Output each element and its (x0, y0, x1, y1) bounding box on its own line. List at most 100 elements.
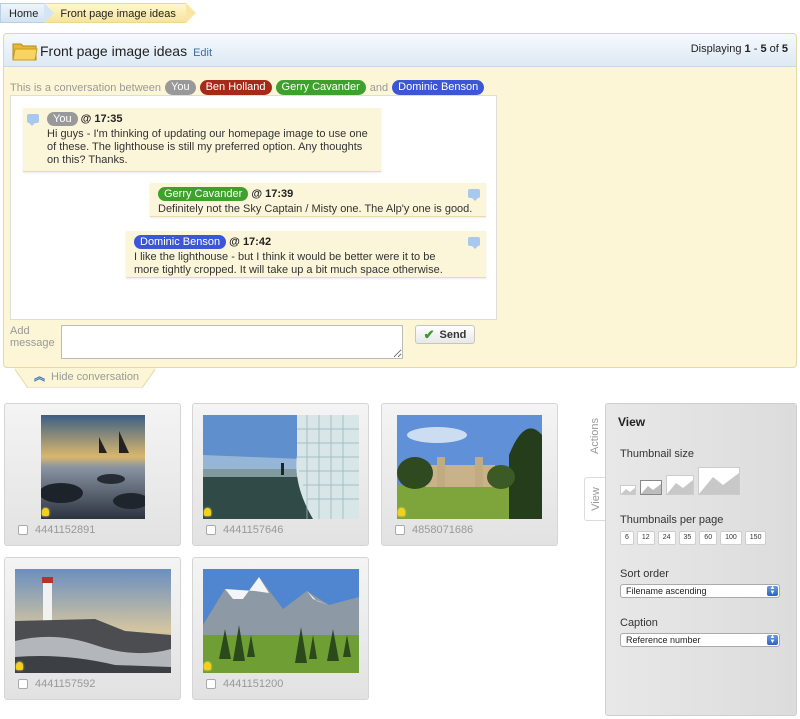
sailboats-photo (40, 415, 145, 519)
message-text: I like the lighthouse - but I think it w… (134, 251, 443, 276)
thumbnail-image-glass-building[interactable] (202, 415, 359, 519)
speech-bubble-icon (468, 237, 480, 249)
thumbnail-size-large[interactable] (698, 467, 740, 495)
per-page-option[interactable]: 6 (620, 531, 634, 545)
message-time: @ 17:35 (80, 113, 123, 125)
lighthouse-photo (14, 569, 171, 673)
caption-value: Reference number (626, 635, 701, 645)
college-photo (397, 415, 542, 519)
displaying-from: 1 (744, 43, 751, 55)
send-label: Send (439, 328, 467, 341)
conversation-title-text: Front page image ideas (40, 43, 188, 59)
tab-actions[interactable]: Actions (584, 406, 606, 466)
lightbulb-icon (204, 508, 211, 516)
per-page-label: Thumbnails per page (620, 514, 724, 526)
double-chevron-up-icon: ︽ (34, 370, 45, 383)
message-time: @ 17:39 (251, 188, 294, 200)
lightbulb-icon (204, 662, 211, 670)
displaying-count: Displaying 1 - 5 of 5 (691, 43, 788, 55)
hide-conversation-label: Hide conversation (51, 371, 140, 383)
message-author: You (47, 112, 78, 126)
message-time: @ 17:42 (229, 236, 272, 248)
displaying-dash: - (753, 43, 758, 55)
message-list[interactable]: You @ 17:35 Hi guys - I'm thinking of up… (10, 95, 497, 320)
speech-bubble-icon (468, 189, 480, 201)
landscape-icon (667, 480, 693, 494)
message-item: Gerry Cavander @ 17:39 Definitely not th… (150, 183, 486, 217)
view-panel-title: View (618, 415, 646, 429)
hide-conversation-tab[interactable]: ︽ Hide conversation (14, 368, 156, 388)
per-page-option[interactable]: 60 (699, 531, 718, 545)
participants-and: and (369, 81, 389, 94)
caption-label: Caption (620, 617, 658, 629)
message-item: You @ 17:35 Hi guys - I'm thinking of up… (23, 108, 381, 172)
thumbnail-ref: 4441157592 (35, 678, 96, 690)
lightbulb-icon (42, 508, 49, 516)
landscape-icon (641, 484, 661, 494)
thumbnail-checkbox[interactable] (18, 525, 28, 535)
participant-tag-dominic-benson: Dominic Benson (392, 80, 485, 95)
thumbnail-ref: 4441151200 (223, 678, 284, 690)
displaying-total: 5 (781, 43, 788, 55)
thumbnail-size-smallest[interactable] (620, 485, 636, 495)
edit-link[interactable]: Edit (193, 47, 212, 59)
landscape-icon (699, 473, 739, 494)
landscape-icon (621, 488, 635, 494)
thumbnail-image-college[interactable] (397, 415, 542, 519)
message-author: Dominic Benson (134, 235, 227, 249)
mountains-photo (202, 569, 359, 673)
thumbnail-card[interactable]: 4858071686 (381, 403, 558, 546)
thumbnail-size-medium[interactable] (666, 475, 694, 495)
thumbnail-ref: 4441152891 (35, 524, 96, 536)
select-arrows-icon: ▲ ▼ (767, 634, 778, 645)
breadcrumb-home[interactable]: Home (0, 3, 55, 23)
participant-tag-you: You (165, 80, 196, 95)
conversation-panel: Front page image ideas Edit Displaying 1 … (3, 33, 797, 368)
sort-order-label: Sort order (620, 568, 669, 580)
thumbnail-size-small[interactable] (640, 480, 662, 495)
speech-bubble-icon (27, 114, 39, 126)
thumbnail-checkbox[interactable] (206, 525, 216, 535)
conversation-header: Front page image ideas Edit Displaying 1 … (4, 34, 796, 67)
lightbulb-icon (398, 508, 405, 516)
displaying-to: 5 (760, 43, 767, 55)
sort-order-select[interactable]: Filename ascending ▲ ▼ (620, 584, 780, 598)
caption-select[interactable]: Reference number ▲ ▼ (620, 633, 780, 647)
add-message-label: Add message (10, 325, 55, 349)
view-panel: View Thumbnail size Thumbnails per page … (605, 403, 797, 716)
participants-intro: This is a conversation between (10, 81, 162, 94)
participant-tag-gerry-cavander: Gerry Cavander (275, 80, 366, 95)
thumbnail-card[interactable]: 4441157646 (192, 403, 369, 546)
sort-order-value: Filename ascending (626, 586, 707, 596)
thumbnail-card[interactable]: 4441152891 (4, 403, 181, 546)
thumbnail-ref: 4441157646 (223, 524, 284, 536)
thumbnail-image-mountains[interactable] (202, 569, 359, 673)
thumbnail-card[interactable]: 4441157592 (4, 557, 181, 700)
per-page-option[interactable]: 150 (744, 531, 767, 545)
message-input[interactable] (61, 325, 403, 359)
thumbnail-checkbox[interactable] (395, 525, 405, 535)
per-page-option[interactable]: 24 (657, 531, 676, 545)
message-meta: You @ 17:35 (47, 112, 373, 126)
thumbnail-checkbox[interactable] (206, 679, 216, 689)
tab-view[interactable]: View (584, 477, 606, 521)
message-text: Definitely not the Sky Captain / Misty o… (158, 203, 473, 215)
breadcrumb-current[interactable]: Front page image ideas (44, 3, 196, 23)
folder-icon (12, 43, 38, 61)
message-author: Gerry Cavander (158, 187, 249, 201)
participants-line: This is a conversation between You Ben H… (10, 80, 485, 95)
per-page-option[interactable]: 100 (720, 531, 742, 545)
per-page-option[interactable]: 12 (636, 531, 655, 545)
message-item: Dominic Benson @ 17:42 I like the lighth… (126, 231, 486, 278)
thumbnail-image-sailboats[interactable] (40, 415, 145, 519)
lightbulb-icon (16, 662, 23, 670)
tab-view-label: View (589, 487, 602, 511)
hide-conversation[interactable]: ︽ Hide conversation (34, 371, 139, 383)
thumbnail-checkbox[interactable] (18, 679, 28, 689)
send-button[interactable]: ✔ Send (415, 325, 475, 344)
thumbnail-image-lighthouse[interactable] (14, 569, 171, 673)
thumbnail-card[interactable]: 4441151200 (192, 557, 369, 700)
participant-tag-ben-holland: Ben Holland (199, 80, 272, 95)
glass-building-photo (202, 415, 359, 519)
per-page-option[interactable]: 35 (678, 531, 697, 545)
